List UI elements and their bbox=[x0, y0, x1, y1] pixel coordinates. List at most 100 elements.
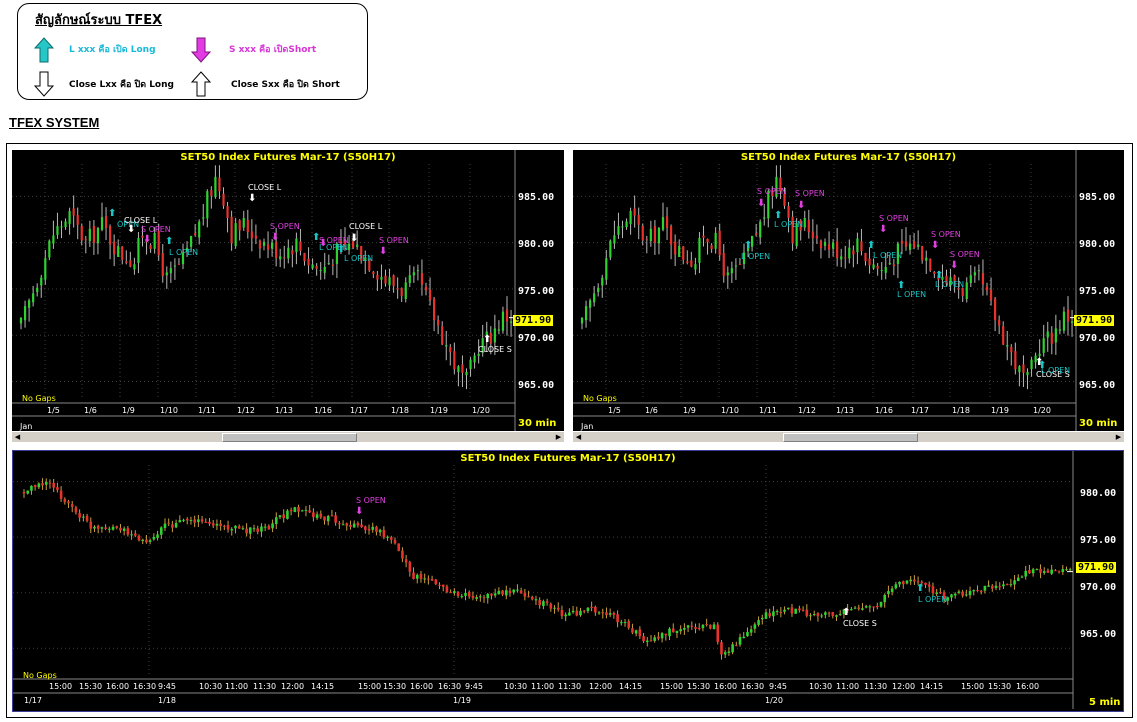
candle bbox=[145, 535, 148, 544]
candle bbox=[56, 212, 59, 239]
candle bbox=[731, 641, 734, 655]
candle bbox=[538, 597, 541, 609]
candle bbox=[924, 582, 927, 589]
candle bbox=[165, 266, 168, 289]
candle bbox=[137, 534, 141, 542]
x-tick-label: 15:00 bbox=[358, 682, 382, 691]
candle bbox=[665, 207, 669, 241]
candle bbox=[126, 525, 130, 537]
candle bbox=[78, 509, 81, 522]
candle bbox=[827, 611, 831, 618]
x-tick-label: 1/16 bbox=[314, 406, 332, 415]
chart-top-left[interactable]: SET50 Index Futures Mar-17 (S50H17) No G… bbox=[12, 150, 564, 442]
x-tick-label: 1/18 bbox=[952, 406, 970, 415]
candle bbox=[649, 635, 653, 642]
candle bbox=[772, 606, 775, 622]
candle bbox=[994, 296, 997, 332]
candle bbox=[856, 232, 859, 265]
down-arrow-icon: ⬇ bbox=[379, 246, 388, 257]
candle bbox=[683, 623, 686, 635]
chart-bottom[interactable]: SET50 Index Futures Mar-17 (S50H17) No G… bbox=[12, 450, 1124, 712]
candle bbox=[465, 368, 468, 390]
candle bbox=[312, 508, 315, 522]
scroll-right-button[interactable]: ▶ bbox=[553, 432, 564, 442]
candle bbox=[1005, 583, 1009, 586]
candle bbox=[620, 619, 623, 626]
candle bbox=[80, 223, 83, 246]
scroll-right-button[interactable]: ▶ bbox=[1113, 432, 1124, 442]
candle bbox=[505, 585, 508, 600]
candle bbox=[319, 510, 323, 519]
horizontal-scrollbar[interactable]: ◀ ▶ bbox=[573, 431, 1124, 442]
candle bbox=[686, 250, 689, 265]
candle bbox=[1013, 575, 1016, 590]
candle bbox=[722, 244, 725, 283]
candle bbox=[230, 527, 234, 536]
candle bbox=[1002, 321, 1005, 346]
candle bbox=[861, 602, 864, 611]
candle bbox=[338, 521, 341, 530]
x-tick-label: 1/19 bbox=[453, 696, 471, 705]
candle bbox=[697, 623, 701, 631]
candle bbox=[497, 587, 501, 595]
candle bbox=[434, 578, 438, 586]
candle bbox=[835, 614, 838, 622]
candle bbox=[182, 518, 185, 523]
x-tick-label: 15:00 bbox=[660, 682, 684, 691]
candle bbox=[274, 512, 278, 529]
candle bbox=[223, 524, 226, 531]
candle bbox=[901, 580, 905, 589]
scroll-thumb[interactable] bbox=[222, 433, 357, 442]
candle bbox=[372, 270, 375, 279]
horizontal-scrollbar[interactable]: ◀ ▶ bbox=[12, 431, 564, 442]
candle bbox=[623, 619, 627, 627]
y-tick: 975.00 bbox=[1080, 535, 1117, 546]
candle bbox=[307, 247, 310, 274]
candle bbox=[844, 245, 847, 269]
candle bbox=[278, 515, 282, 520]
candle bbox=[556, 602, 560, 612]
x-tick-label: 9:45 bbox=[465, 682, 483, 691]
candle bbox=[824, 611, 827, 619]
candle bbox=[601, 274, 604, 298]
signal-label: S OPEN bbox=[879, 214, 909, 223]
x-tick-label: 15:30 bbox=[79, 682, 103, 691]
candle bbox=[702, 225, 705, 247]
scroll-left-button[interactable]: ◀ bbox=[573, 432, 584, 442]
candle bbox=[809, 613, 812, 621]
candle bbox=[820, 613, 823, 619]
x-tick-label: 15:30 bbox=[687, 682, 711, 691]
candle bbox=[892, 258, 895, 276]
candle bbox=[475, 594, 478, 602]
candle bbox=[315, 511, 319, 520]
candle bbox=[876, 602, 879, 610]
candle bbox=[490, 593, 493, 600]
candle bbox=[657, 632, 660, 641]
x-tick-label: 1/9 bbox=[683, 406, 696, 415]
y-tick: 980.00 bbox=[518, 239, 555, 250]
candle bbox=[653, 635, 656, 643]
candle bbox=[580, 316, 584, 330]
candle bbox=[28, 298, 31, 322]
candle bbox=[497, 320, 500, 335]
candle bbox=[605, 249, 608, 285]
candle bbox=[712, 621, 716, 630]
candle bbox=[282, 509, 285, 523]
candle bbox=[479, 594, 482, 602]
scroll-thumb[interactable] bbox=[783, 433, 918, 442]
scroll-left-button[interactable]: ◀ bbox=[12, 432, 23, 442]
candle bbox=[40, 274, 43, 298]
candle bbox=[152, 533, 156, 541]
candle bbox=[197, 514, 200, 527]
candle bbox=[501, 306, 505, 334]
y-tick: 970.00 bbox=[1080, 582, 1117, 593]
signal-label: S OPEN bbox=[757, 187, 787, 196]
candle bbox=[864, 604, 868, 609]
candle bbox=[234, 525, 237, 534]
down-arrow-icon: ⬇ bbox=[248, 193, 257, 204]
candles-top-right bbox=[573, 150, 1077, 433]
chart-top-right[interactable]: SET50 Index Futures Mar-17 (S50H17) No G… bbox=[573, 150, 1124, 442]
x-tick-label: 1/17 bbox=[350, 406, 368, 415]
candle bbox=[757, 616, 760, 627]
x-tick-label: 11:00 bbox=[836, 682, 860, 691]
